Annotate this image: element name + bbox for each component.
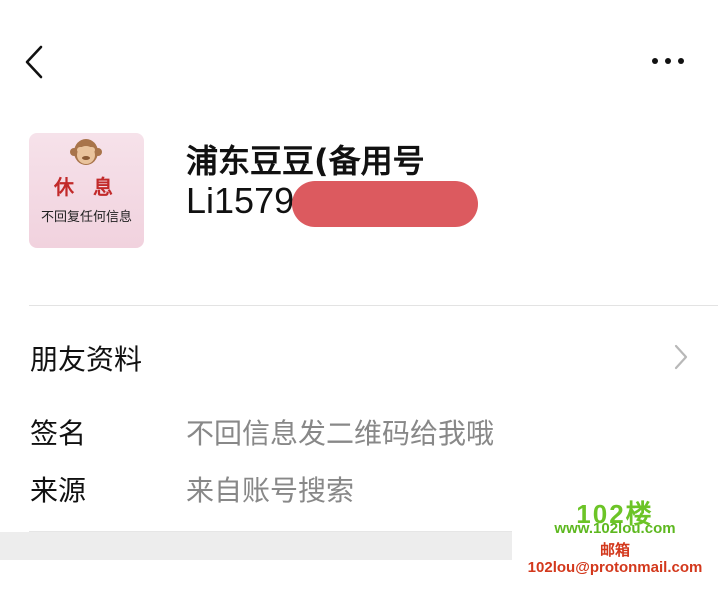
chevron-right-icon[interactable]: [674, 344, 688, 370]
redaction-mark: [292, 181, 478, 227]
watermark-url: www.102lou.com: [554, 520, 676, 537]
monkey-face-icon: [70, 139, 102, 165]
avatar-subtitle-text: 不回复任何信息: [40, 210, 132, 225]
signature-value: 不回信息发二维码给我哦: [186, 417, 495, 450]
avatar[interactable]: 休 息 不回复任何信息: [29, 133, 144, 248]
watermark: 102楼 www.102lou.com 邮箱 102lou@protonmail…: [512, 490, 718, 592]
nickname: 浦东豆豆(备用号: [186, 142, 425, 180]
ellipsis-icon[interactable]: [650, 56, 686, 66]
watermark-mail-label: 邮箱: [599, 541, 630, 559]
top-bar: [0, 0, 718, 110]
wechat-id: Li1579: [186, 180, 295, 221]
watermark-email: 102lou@protonmail.com: [527, 559, 703, 576]
source-label: 来源: [30, 474, 87, 507]
signature-label: 签名: [30, 417, 87, 450]
chevron-left-icon[interactable]: [22, 44, 46, 80]
divider: [29, 305, 718, 306]
friend-info-row-label[interactable]: 朋友资料: [30, 338, 142, 378]
avatar-title-text: 休 息: [54, 175, 119, 199]
source-value: 来自账号搜索: [186, 474, 355, 507]
